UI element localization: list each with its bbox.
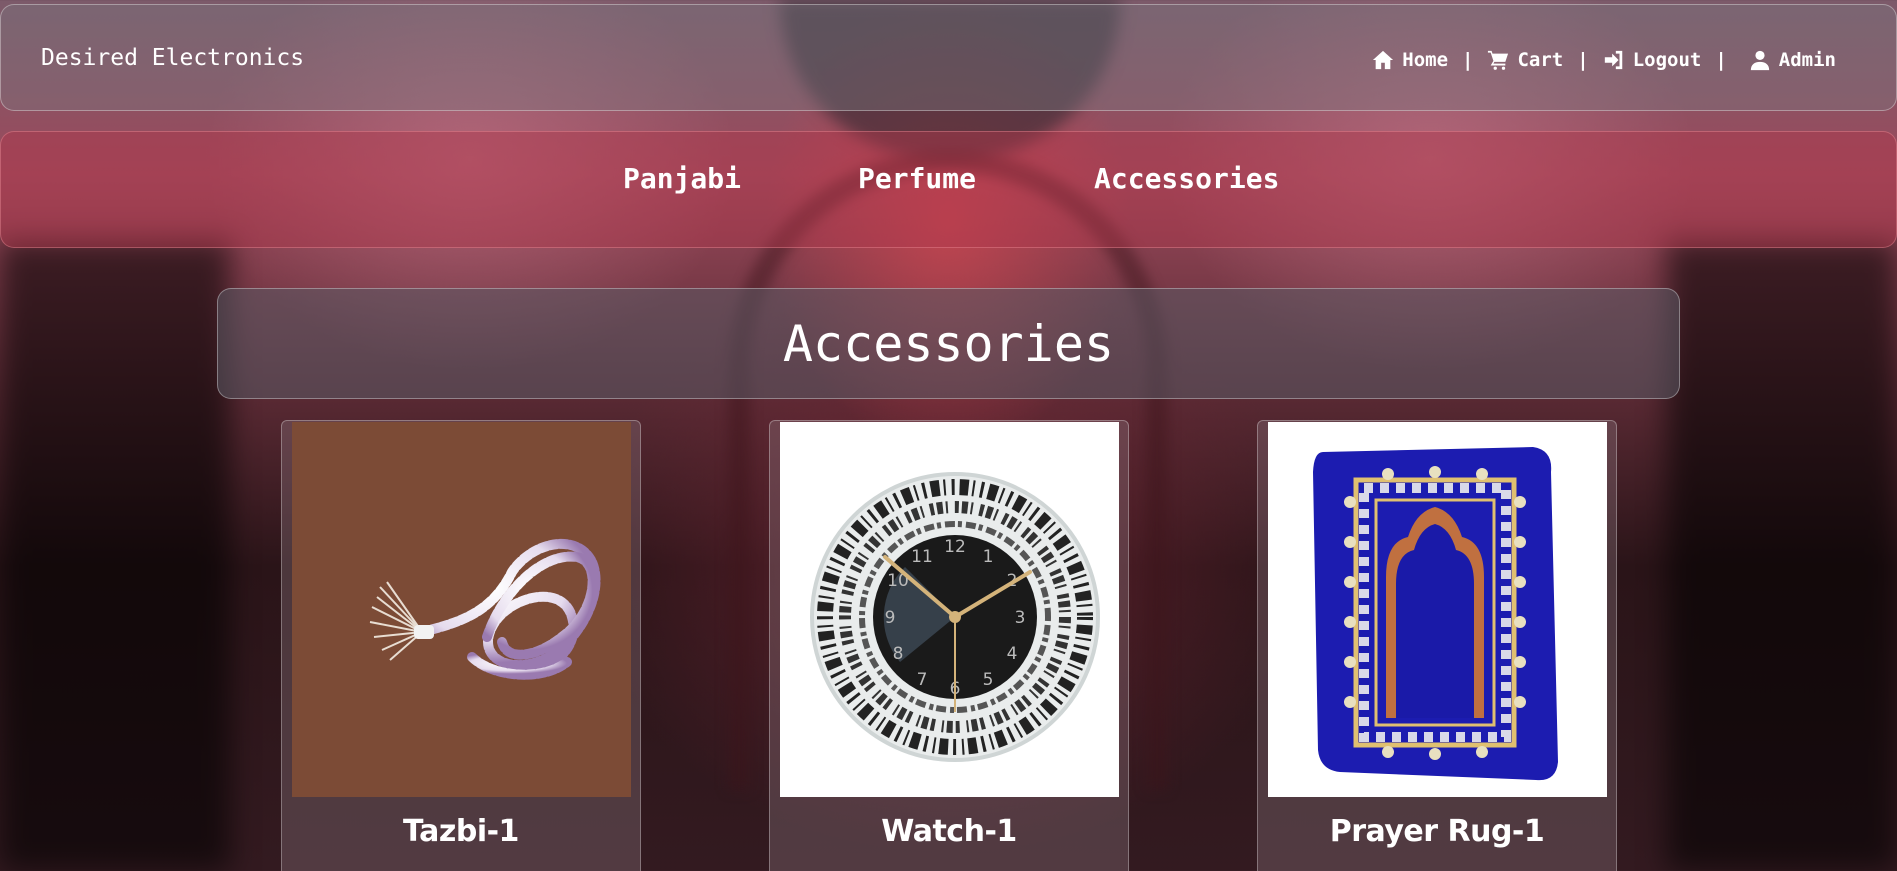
nav-admin-link[interactable]: Admin <box>1749 49 1836 71</box>
logout-icon <box>1604 50 1622 70</box>
prayer-beads-image[interactable] <box>292 422 631 797</box>
nav-cart-label: Cart <box>1517 49 1564 71</box>
calligraphy-wall-clock-image[interactable]: 1212 345 678 91011 <box>780 422 1119 797</box>
nav-home-label: Home <box>1402 49 1449 71</box>
category-panjabi[interactable]: Panjabi <box>623 162 741 195</box>
svg-text:7: 7 <box>917 670 928 690</box>
prayer-rug-image[interactable] <box>1268 422 1607 797</box>
user-icon <box>1750 50 1769 71</box>
svg-text:4: 4 <box>1007 644 1018 664</box>
svg-text:12: 12 <box>944 537 966 557</box>
product-card-tazbi[interactable]: Tazbi-1 <box>281 420 641 871</box>
svg-text:3: 3 <box>1015 608 1026 628</box>
nav-separator: | <box>1577 49 1589 71</box>
nav-separator: | <box>1462 49 1474 71</box>
cart-icon <box>1488 50 1509 70</box>
category-accessories[interactable]: Accessories <box>1094 162 1279 195</box>
svg-text:9: 9 <box>885 608 896 628</box>
category-perfume[interactable]: Perfume <box>858 162 976 195</box>
nav-logout-link[interactable]: Logout <box>1603 49 1702 71</box>
brand-logo-text[interactable]: Desired Electronics <box>41 45 304 71</box>
top-navbar: Desired Electronics Home | Cart | Logout… <box>0 4 1897 111</box>
svg-text:5: 5 <box>983 670 994 690</box>
page-title-box: Accessories <box>217 288 1680 399</box>
nav-cart-link[interactable]: Cart <box>1487 49 1563 71</box>
product-card-watch[interactable]: 1212 345 678 91011 Watch-1 <box>769 420 1129 871</box>
product-name[interactable]: Prayer Rug-1 <box>1258 814 1616 849</box>
product-name[interactable]: Tazbi-1 <box>282 814 640 849</box>
background-pillar-left <box>0 240 230 871</box>
category-bar: Panjabi Perfume Accessories <box>0 131 1897 248</box>
svg-text:1: 1 <box>983 547 994 567</box>
svg-text:8: 8 <box>893 644 904 664</box>
svg-text:11: 11 <box>911 547 933 567</box>
page-title: Accessories <box>782 314 1115 373</box>
home-icon <box>1373 50 1394 70</box>
nav-home-link[interactable]: Home <box>1372 49 1448 71</box>
nav-logout-label: Logout <box>1632 49 1702 71</box>
product-card-prayer-rug[interactable]: Prayer Rug-1 <box>1257 420 1617 871</box>
product-name[interactable]: Watch-1 <box>770 814 1128 849</box>
nav-admin-label: Admin <box>1778 49 1836 71</box>
nav-separator: | <box>1715 49 1727 71</box>
background-pillar-right <box>1667 240 1897 871</box>
top-nav-links: Home | Cart | Logout | Admin <box>1372 49 1836 71</box>
